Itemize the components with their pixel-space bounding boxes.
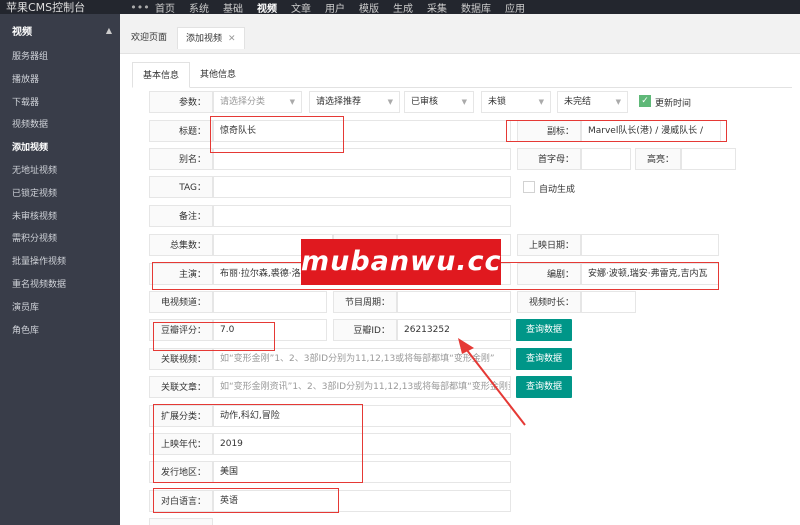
recommend-select-value: 请选择推荐	[316, 97, 362, 107]
remarks-label: 备注：	[149, 205, 213, 227]
sidebar-item-server-group[interactable]: 服务器组	[0, 46, 120, 69]
query-related-video-button[interactable]: 查询数据	[516, 348, 572, 370]
params-label: 参数：	[149, 91, 213, 113]
sidebar-item-downloader[interactable]: 下载器	[0, 92, 120, 115]
topnav-home[interactable]: 首页	[155, 0, 175, 15]
related-article-label: 关联文章：	[149, 376, 213, 398]
topnav-user[interactable]: 用户	[325, 0, 345, 15]
sidebar-item-duplicate[interactable]: 重名视频数据	[0, 274, 120, 297]
page-tab-bar: 欢迎页面 添加视频 ✕	[120, 14, 800, 54]
topnav-database[interactable]: 数据库	[461, 0, 491, 15]
query-douban-button[interactable]: 查询数据	[516, 319, 572, 341]
douban-id-input[interactable]: 26213252	[397, 319, 511, 341]
auto-generate-label: 自动生成	[539, 185, 576, 195]
auto-generate-checkbox[interactable]	[523, 181, 535, 193]
sidebar-item-video-data[interactable]: 视频数据	[0, 114, 120, 137]
related-video-input[interactable]: 如“变形金刚”1、2、3部ID分别为11,12,13或将每部都填“变形金刚”	[213, 348, 511, 370]
sidebar-item-actor[interactable]: 演员库	[0, 297, 120, 320]
sidebar-item-batch[interactable]: 批量操作视频	[0, 251, 120, 274]
sidebar-item-no-url[interactable]: 无地址视频	[0, 160, 120, 183]
lock-select[interactable]: 未锁 ▼	[481, 91, 551, 113]
chevron-down-icon: ▼	[387, 98, 393, 106]
tag-input[interactable]	[213, 176, 511, 198]
sidebar-item-locked[interactable]: 已锁定视频	[0, 183, 120, 206]
related-article-input[interactable]: 如“变形金刚资讯”1、2、3部ID分别为11,12,13或将每部都填“变形金刚资…	[213, 376, 511, 398]
query-related-article-button[interactable]: 查询数据	[516, 376, 572, 398]
audit-select-value: 已审核	[411, 97, 439, 107]
tab-basic-info[interactable]: 基本信息	[132, 62, 191, 88]
top-nav: 首页 系统 基础 视频 文章 用户 模版 生成 采集 数据库 应用	[155, 0, 539, 15]
topnav-template[interactable]: 模版	[359, 0, 379, 15]
chevron-down-icon: ▼	[461, 98, 467, 106]
total-episodes-label: 总集数：	[149, 234, 213, 256]
category-select[interactable]: 请选择分类 ▼	[213, 91, 302, 113]
update-time-checkbox[interactable]: ✓	[639, 95, 651, 107]
highlight-label: 高亮：	[635, 148, 681, 170]
tv-channel-input[interactable]	[213, 291, 327, 313]
topnav-generate[interactable]: 生成	[393, 0, 413, 15]
topnav-collect[interactable]: 采集	[427, 0, 447, 15]
annotation-box-language	[153, 488, 339, 513]
release-date-input[interactable]	[581, 234, 719, 256]
collapse-up-icon: ▲	[105, 25, 112, 35]
category-select-value: 请选择分类	[220, 97, 266, 107]
next-row-label	[149, 518, 213, 525]
annotation-box-subtitle	[506, 120, 727, 142]
tv-channel-label: 电视频道：	[149, 291, 213, 313]
topnav-app[interactable]: 应用	[505, 0, 525, 15]
sidebar-item-add-video[interactable]: 添加视频	[0, 137, 120, 160]
audit-select[interactable]: 已审核 ▼	[404, 91, 474, 113]
program-cycle-label: 节目周期：	[333, 291, 397, 313]
top-bar: 苹果CMS控制台 ••• 首页 系统 基础 视频 文章 用户 模版 生成 采集 …	[0, 0, 800, 15]
app-title: 苹果CMS控制台	[6, 1, 86, 14]
alias-label: 别名：	[149, 148, 213, 170]
lock-select-value: 未锁	[488, 97, 507, 107]
tag-label: TAG：	[149, 176, 213, 198]
sidebar-section-title: 视频	[12, 26, 32, 38]
chevron-down-icon: ▼	[289, 98, 295, 106]
sidebar-item-unaudited[interactable]: 未审核视频	[0, 206, 120, 229]
more-icon[interactable]: •••	[125, 1, 155, 14]
topnav-system[interactable]: 系统	[189, 0, 209, 15]
related-video-label: 关联视频：	[149, 348, 213, 370]
chevron-down-icon: ▼	[538, 98, 544, 106]
douban-id-label: 豆瓣ID：	[333, 319, 397, 341]
duration-input[interactable]	[581, 291, 636, 313]
highlight-input[interactable]	[681, 148, 736, 170]
chevron-down-icon: ▼	[615, 98, 621, 106]
program-cycle-input[interactable]	[397, 291, 511, 313]
annotation-box-extended	[153, 404, 363, 483]
initial-input[interactable]	[581, 148, 631, 170]
update-time-label: 更新时间	[655, 99, 692, 109]
sidebar-item-role[interactable]: 角色库	[0, 320, 120, 343]
topnav-article[interactable]: 文章	[291, 0, 311, 15]
tab-add-video-label: 添加视频	[186, 34, 223, 44]
tab-welcome[interactable]: 欢迎页面	[123, 27, 175, 49]
sidebar-item-points[interactable]: 需积分视频	[0, 228, 120, 251]
annotation-box-score	[153, 322, 275, 351]
remarks-input[interactable]	[213, 205, 511, 227]
tab-other-info[interactable]: 其他信息	[190, 62, 246, 88]
recommend-select[interactable]: 请选择推荐 ▼	[309, 91, 400, 113]
watermark-logo: mubanwu.cc	[301, 239, 501, 285]
title-label: 标题：	[149, 120, 213, 142]
topnav-basic[interactable]: 基础	[223, 0, 243, 15]
tab-add-video[interactable]: 添加视频 ✕	[177, 27, 245, 49]
finish-select-value: 未完结	[564, 97, 592, 107]
duration-label: 视频时长：	[517, 291, 581, 313]
close-icon[interactable]: ✕	[228, 34, 236, 44]
sidebar-item-player[interactable]: 播放器	[0, 69, 120, 92]
annotation-box-title	[210, 116, 344, 153]
finish-select[interactable]: 未完结 ▼	[557, 91, 628, 113]
initial-label: 首字母：	[517, 148, 581, 170]
sidebar-section-header[interactable]: 视频 ▲	[0, 14, 120, 46]
topnav-video[interactable]: 视频	[257, 0, 277, 15]
release-date-label: 上映日期：	[517, 234, 581, 256]
form-tabs: 基本信息 其他信息	[132, 62, 792, 88]
sidebar: 视频 ▲ 服务器组 播放器 下载器 视频数据 添加视频 无地址视频 已锁定视频 …	[0, 14, 120, 525]
